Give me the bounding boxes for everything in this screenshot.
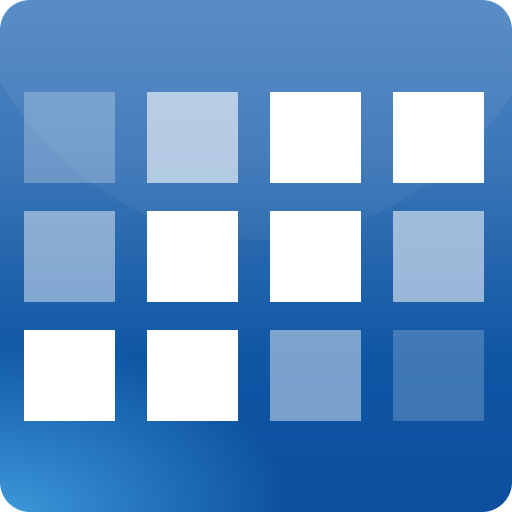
grid-tile bbox=[147, 92, 238, 183]
grid-tile bbox=[270, 330, 361, 421]
grid-tile bbox=[24, 330, 115, 421]
tile-grid bbox=[24, 92, 484, 422]
grid-tile bbox=[147, 211, 238, 302]
grid-tile bbox=[393, 330, 484, 421]
grid-tile bbox=[147, 330, 238, 421]
grid-tile bbox=[270, 211, 361, 302]
grid-tile bbox=[393, 211, 484, 302]
grid-tile bbox=[270, 92, 361, 183]
grid-tile bbox=[24, 92, 115, 183]
grid-tile bbox=[393, 92, 484, 183]
app-icon[interactable] bbox=[0, 0, 512, 512]
grid-tile bbox=[24, 211, 115, 302]
